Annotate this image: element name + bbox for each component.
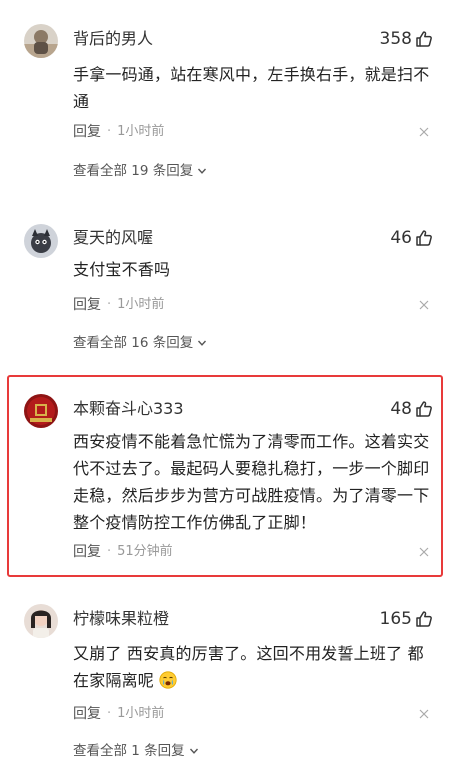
avatar[interactable] (24, 604, 58, 638)
close-icon[interactable] (419, 709, 429, 719)
view-all-replies-button[interactable]: 查看全部 19 条回复 (73, 162, 207, 180)
comment-meta: 回复 · 1小时前 (73, 705, 164, 723)
view-all-replies-button[interactable]: 查看全部 16 条回复 (73, 334, 207, 352)
view-all-replies-label: 查看全部 16 条回复 (73, 335, 194, 351)
chevron-down-icon (198, 340, 207, 346)
separator-dot: · (107, 124, 112, 139)
timestamp: 1小时前 (117, 706, 165, 721)
comment-meta: 回复 · 1小时前 (73, 296, 164, 314)
like-count: 165 (379, 609, 412, 629)
like-count: 358 (379, 29, 412, 49)
reply-button[interactable]: 回复 (73, 543, 101, 561)
like-button[interactable]: 165 (380, 609, 433, 629)
timestamp: 1小时前 (117, 297, 165, 312)
separator-dot: · (107, 297, 112, 312)
view-all-replies-button[interactable]: 查看全部 1 条回复 (73, 742, 199, 760)
reply-button[interactable]: 回复 (73, 123, 101, 141)
timestamp: 51分钟前 (117, 544, 173, 559)
avatar[interactable] (24, 394, 58, 428)
avatar[interactable] (24, 224, 58, 258)
comment-meta: 回复 · 1小时前 (73, 123, 164, 141)
comment-meta: 回复 · 51分钟前 (73, 543, 173, 561)
username[interactable]: 柠檬味果粒橙 (73, 609, 169, 629)
like-button[interactable]: 48 (390, 399, 433, 419)
chevron-down-icon (198, 168, 207, 174)
username[interactable]: 背后的男人 (73, 29, 153, 49)
view-all-replies-label: 查看全部 1 条回复 (73, 743, 185, 759)
avatar[interactable] (24, 24, 58, 58)
thumbs-up-icon (416, 611, 432, 627)
comment-text: 手拿一码通，站在寒风中，左手换右手，就是扫不通 (73, 65, 430, 111)
comment-text: 又崩了 西安真的厉害了。这回不用发誓上班了 都在家隔离呢 (73, 640, 435, 694)
close-icon[interactable] (419, 547, 429, 557)
reply-button[interactable]: 回复 (73, 705, 101, 723)
chevron-down-icon (189, 748, 198, 754)
comment-text: 支付宝不香吗 (73, 260, 171, 279)
timestamp: 1小时前 (117, 124, 165, 139)
thumbs-up-icon (416, 230, 432, 246)
username[interactable]: 夏天的风喔 (73, 228, 153, 248)
separator-dot: · (107, 544, 112, 559)
thumbs-up-icon (416, 31, 432, 47)
comment-text-content: 又崩了 西安真的厉害了。这回不用发誓上班了 都在家隔离呢 (73, 644, 424, 690)
reply-button[interactable]: 回复 (73, 296, 101, 314)
comment-text: 西安疫情不能着急忙慌为了清零而工作。这着实交代不过去了。最起码人要稳扎稳打，一步… (73, 432, 430, 532)
thumbs-up-icon (416, 401, 432, 417)
like-count: 46 (390, 228, 412, 248)
username[interactable]: 本颗奋斗心333 (73, 399, 184, 419)
separator-dot: · (107, 706, 112, 721)
close-icon[interactable] (419, 127, 429, 137)
close-icon[interactable] (419, 300, 429, 310)
like-count: 48 (390, 399, 412, 419)
like-button[interactable]: 46 (390, 228, 433, 248)
crying-face-icon (159, 671, 177, 689)
like-button[interactable]: 358 (380, 29, 433, 49)
view-all-replies-label: 查看全部 19 条回复 (73, 163, 194, 179)
